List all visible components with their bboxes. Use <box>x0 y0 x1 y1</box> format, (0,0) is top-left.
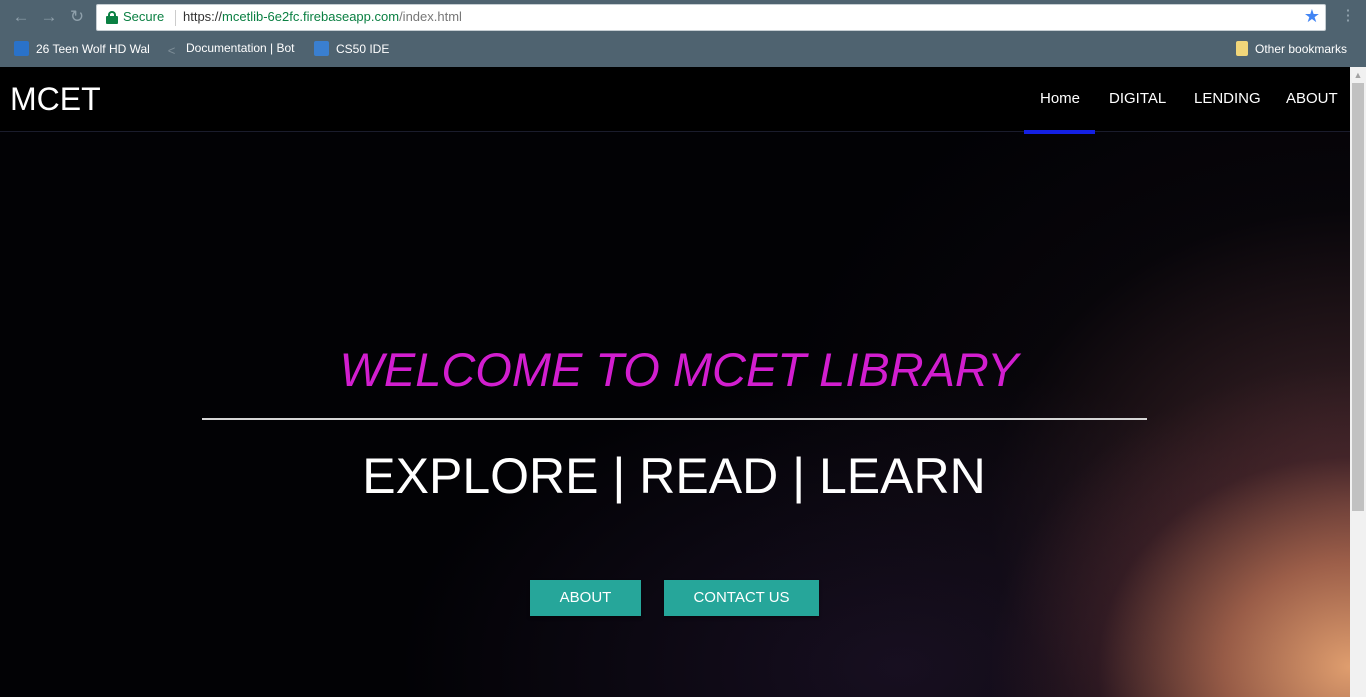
hero-tagline: EXPLORE | READ | LEARN <box>362 448 986 504</box>
reload-icon[interactable]: ↻ <box>67 7 87 27</box>
nav-link-about[interactable]: ABOUT <box>1286 90 1338 107</box>
address-bar[interactable]: Secure https://mcetlib-6e2fc.firebaseapp… <box>96 4 1326 31</box>
security-label: Secure <box>123 9 165 24</box>
teen-wolf-favicon-icon <box>14 41 29 56</box>
active-nav-indicator <box>1024 130 1095 134</box>
other-bookmarks-label: Other bookmarks <box>1255 42 1348 56</box>
bookmark-label: Documentation | Bot <box>186 41 295 55</box>
bookmark-label: 26 Teen Wolf HD Wal <box>36 42 150 56</box>
folder-icon <box>1236 41 1248 56</box>
page-viewport: MCET Home DIGITAL LENDING ABOUT WELCOME … <box>0 67 1350 697</box>
page-scrollbar[interactable]: ▲ <box>1350 67 1366 697</box>
bookmark-teen-wolf[interactable]: 26 Teen Wolf HD Wal <box>14 41 152 59</box>
about-button[interactable]: ABOUT <box>530 580 641 616</box>
bookmark-cs50-ide[interactable]: CS50 IDE <box>314 41 404 59</box>
url-host: mcetlib-6e2fc.firebaseapp.com <box>222 9 400 24</box>
site-navbar: MCET Home DIGITAL LENDING ABOUT <box>0 67 1350 132</box>
back-arrow-icon[interactable]: ← <box>11 7 31 27</box>
cs50-favicon-icon <box>314 41 329 56</box>
hero-divider <box>202 418 1147 420</box>
browser-toolbar: ← → ↻ Secure https://mcetlib-6e2fc.fireb… <box>0 0 1366 34</box>
welcome-heading: WELCOME TO MCET LIBRARY <box>339 343 1019 396</box>
contact-us-button[interactable]: CONTACT US <box>664 580 819 616</box>
bookmark-label: CS50 IDE <box>336 42 390 56</box>
lock-icon <box>106 11 118 24</box>
nav-link-lending[interactable]: LENDING <box>1194 90 1261 107</box>
bookmarks-bar: 26 Teen Wolf HD Wal < Documentation | Bot… <box>0 34 1366 66</box>
url-text[interactable]: https://mcetlib-6e2fc.firebaseapp.com/in… <box>183 9 462 24</box>
bookmark-documentation[interactable]: < Documentation | Bot <box>164 41 302 59</box>
nav-link-digital[interactable]: DIGITAL <box>1109 90 1166 107</box>
forward-arrow-icon[interactable]: → <box>39 7 59 27</box>
scroll-thumb[interactable] <box>1352 83 1364 511</box>
address-bar-divider <box>175 10 176 26</box>
share-icon: < <box>167 43 176 58</box>
site-brand[interactable]: MCET <box>10 81 101 118</box>
nav-link-home[interactable]: Home <box>1040 90 1080 107</box>
other-bookmarks[interactable]: Other bookmarks <box>1236 41 1356 59</box>
browser-chrome: ← → ↻ Secure https://mcetlib-6e2fc.fireb… <box>0 0 1366 67</box>
browser-menu-icon[interactable]: ⋮ <box>1340 6 1356 26</box>
scroll-up-arrow-icon[interactable]: ▲ <box>1350 67 1366 83</box>
url-path: /index.html <box>399 9 462 24</box>
url-scheme: https:// <box>183 9 223 24</box>
bookmark-star-icon[interactable]: ★ <box>1304 6 1320 27</box>
